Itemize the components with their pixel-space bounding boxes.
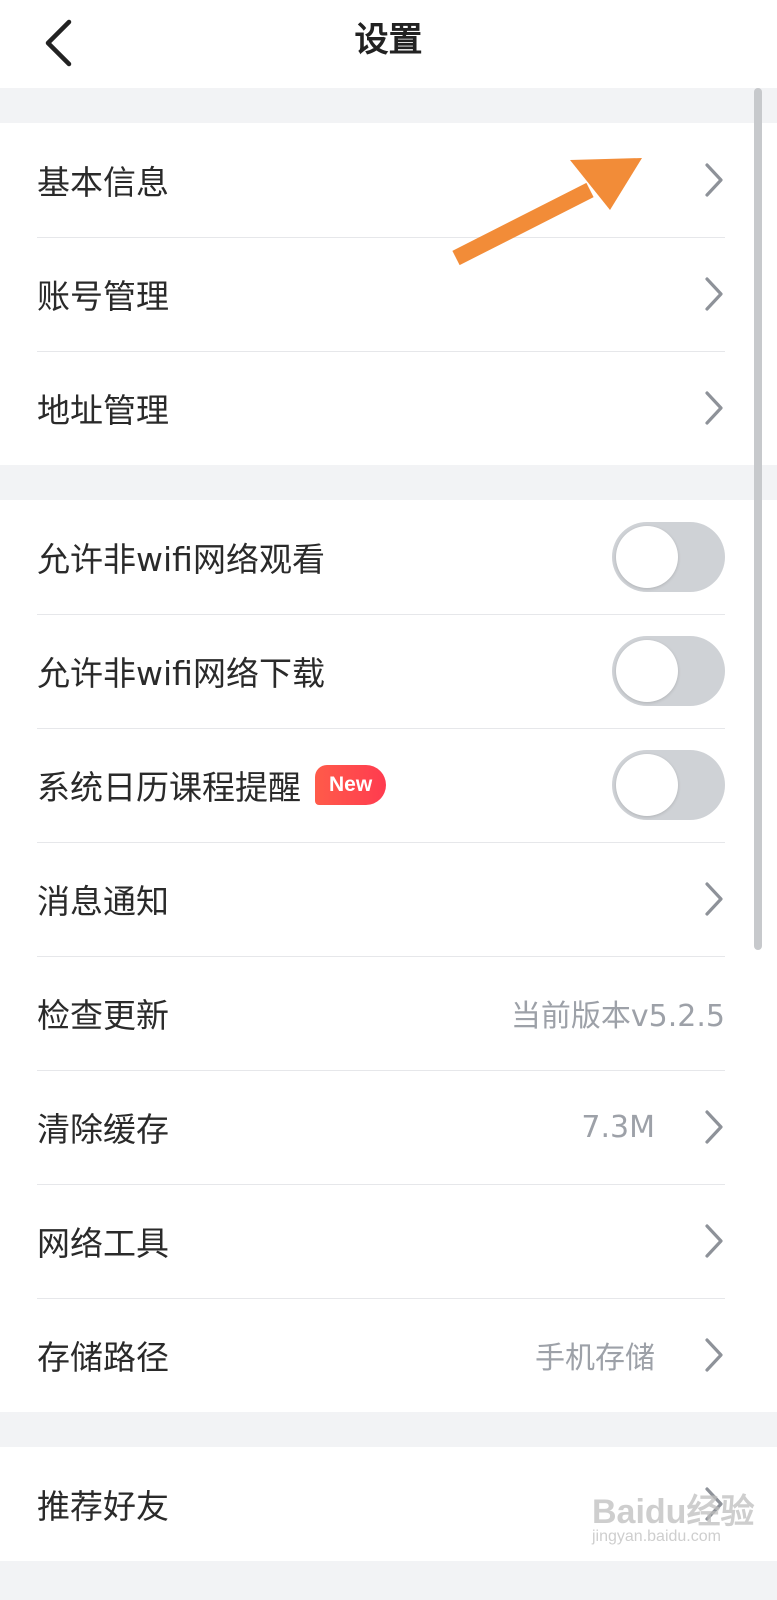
new-badge: New: [315, 765, 387, 805]
scrollbar[interactable]: [754, 88, 762, 950]
toggle-knob: [616, 526, 678, 588]
calendar-reminder-toggle[interactable]: [612, 750, 725, 820]
row-allow-non-wifi-download: 允许非wifi网络下载: [0, 614, 777, 728]
row-label: 推荐好友: [37, 1487, 169, 1526]
row-label: 检查更新: [37, 996, 169, 1035]
storage-path-value: 手机存储: [535, 1341, 655, 1376]
row-calendar-reminder: 系统日历课程提醒 New: [0, 728, 777, 842]
navigation-bar: 设置: [0, 0, 777, 88]
toggle-knob: [616, 640, 678, 702]
chevron-right-icon: [703, 1337, 725, 1373]
settings-page: 设置 基本信息 账号管理 地址管理 允许非wifi网络观看 允许非wifi网络下…: [0, 0, 777, 1600]
row-label: 网络工具: [37, 1224, 169, 1263]
cache-size-value: 7.3M: [581, 1109, 655, 1145]
row-basic-info[interactable]: 基本信息: [0, 123, 777, 237]
non-wifi-watch-toggle[interactable]: [612, 522, 725, 592]
watermark-url: jingyan.baidu.com: [592, 1528, 721, 1545]
row-label: 系统日历课程提醒: [37, 768, 301, 807]
version-value: 当前版本v5.2.5: [510, 999, 725, 1034]
row-label: 清除缓存: [37, 1110, 169, 1149]
annotation-arrow-icon: [452, 158, 642, 266]
chevron-right-icon: [703, 162, 725, 198]
row-label: 基本信息: [37, 163, 169, 202]
watermark-brand: Baidu经验: [592, 1493, 755, 1531]
row-label: 账号管理: [37, 277, 169, 316]
chevron-right-icon: [703, 1223, 725, 1259]
chevron-right-icon: [703, 390, 725, 426]
chevron-right-icon: [703, 881, 725, 917]
chevron-right-icon: [703, 1109, 725, 1145]
row-storage-path[interactable]: 存储路径 手机存储: [0, 1298, 777, 1412]
row-address-management[interactable]: 地址管理: [0, 351, 777, 465]
row-check-update[interactable]: 检查更新 当前版本v5.2.5: [0, 956, 777, 1070]
preferences-section: 允许非wifi网络观看 允许非wifi网络下载 系统日历课程提醒 New 消息通…: [0, 500, 777, 1412]
row-account-management[interactable]: 账号管理: [0, 237, 777, 351]
account-section: 基本信息 账号管理 地址管理: [0, 123, 777, 465]
row-clear-cache[interactable]: 清除缓存 7.3M: [0, 1070, 777, 1184]
row-allow-non-wifi-watch: 允许非wifi网络观看: [0, 500, 777, 614]
row-label: 存储路径: [37, 1338, 169, 1377]
baidu-watermark: Baidu经验 jingyan.baidu.com: [582, 1470, 772, 1560]
chevron-right-icon: [703, 276, 725, 312]
row-label: 消息通知: [37, 882, 169, 921]
row-label: 允许非wifi网络观看: [37, 540, 325, 579]
page-title: 设置: [354, 20, 423, 60]
row-network-tools[interactable]: 网络工具: [0, 1184, 777, 1298]
toggle-knob: [616, 754, 678, 816]
row-label: 允许非wifi网络下载: [37, 654, 325, 693]
non-wifi-download-toggle[interactable]: [612, 636, 725, 706]
row-notifications[interactable]: 消息通知: [0, 842, 777, 956]
row-label: 地址管理: [37, 391, 169, 430]
